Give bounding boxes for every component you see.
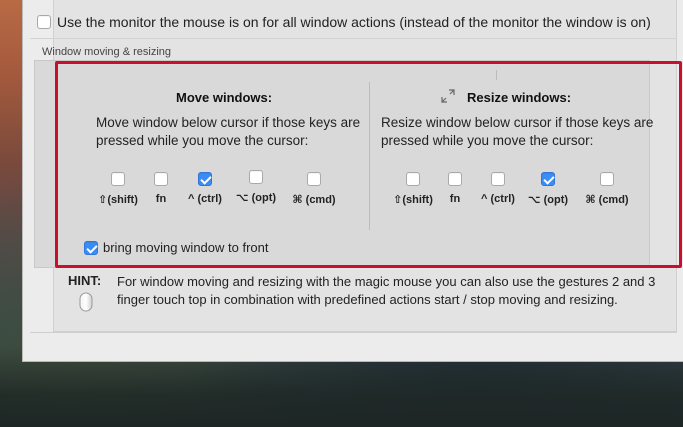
bring-to-front-row[interactable]: bring moving window to front	[84, 240, 268, 255]
bring-to-front-checkbox[interactable]	[84, 240, 98, 255]
hint-text: For window moving and resizing with the …	[117, 274, 656, 307]
resize-cmd-label: ⌘ (cmd)	[585, 194, 629, 206]
resize-opt-checkbox[interactable]	[541, 172, 555, 186]
use-mouse-monitor-label: Use the monitor the mouse is on for all …	[57, 14, 651, 30]
move-opt-checkbox[interactable]	[249, 170, 263, 184]
section-title: Window moving & resizing	[42, 46, 171, 58]
move-windows-title: Move windows:	[176, 90, 273, 105]
resize-key-cmd[interactable]: ⌘ (cmd)	[577, 172, 637, 206]
move-cmd-label: ⌘ (cmd)	[292, 194, 336, 206]
move-windows-description: Move window below cursor if those keys a…	[96, 115, 361, 148]
move-opt-label: ⌥ (opt)	[235, 192, 277, 204]
bottom-separator	[30, 332, 677, 333]
use-mouse-monitor-checkbox[interactable]	[37, 15, 51, 29]
column-divider	[369, 82, 370, 230]
resize-cmd-checkbox[interactable]	[600, 172, 614, 186]
resize-arrows-icon	[441, 89, 455, 103]
separator	[30, 38, 677, 39]
resize-windows-description: Resize window below cursor if those keys…	[381, 115, 654, 148]
resize-opt-label: ⌥ (opt)	[527, 194, 569, 206]
divider-tick	[496, 70, 497, 80]
top-option-row[interactable]: Use the monitor the mouse is on for all …	[37, 10, 651, 34]
move-ctrl-checkbox[interactable]	[198, 172, 212, 186]
bring-to-front-label: bring moving window to front	[103, 240, 269, 255]
resize-key-opt[interactable]: ⌥ (opt)	[518, 172, 578, 206]
move-fn-checkbox[interactable]	[154, 172, 168, 186]
move-key-opt[interactable]: ⌥ (opt)	[226, 170, 286, 204]
resize-shift-checkbox[interactable]	[406, 172, 420, 186]
resize-windows-title: Resize windows:	[467, 90, 572, 105]
move-key-cmd[interactable]: ⌘ (cmd)	[284, 172, 344, 206]
hint-label: HINT:	[68, 273, 102, 288]
move-cmd-checkbox[interactable]	[307, 172, 321, 186]
resize-ctrl-checkbox[interactable]	[491, 172, 505, 186]
move-shift-checkbox[interactable]	[111, 172, 125, 186]
magic-mouse-icon	[79, 292, 93, 312]
resize-fn-checkbox[interactable]	[448, 172, 462, 186]
